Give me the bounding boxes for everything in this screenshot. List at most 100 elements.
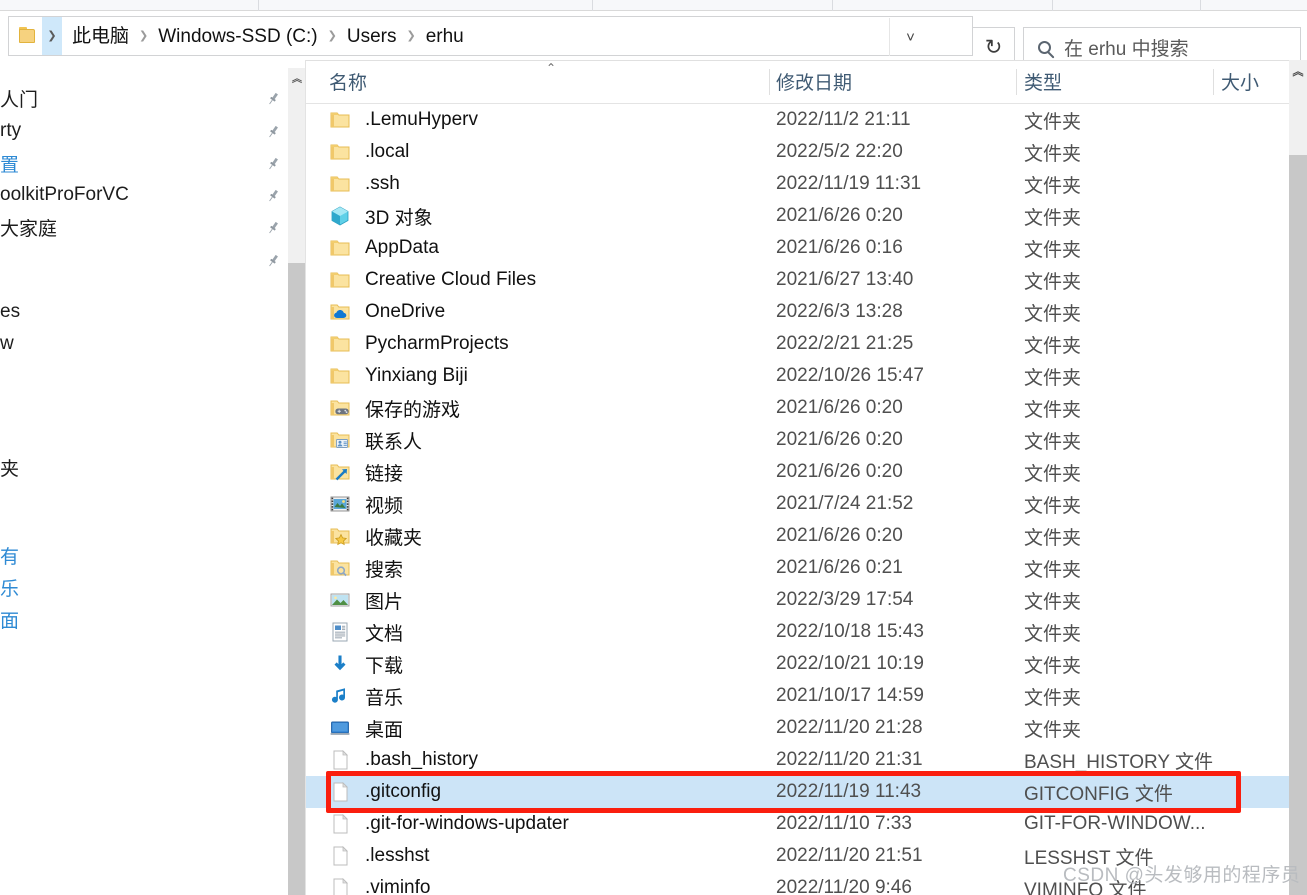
file-date-cell: 2021/10/17 14:59 [776,685,924,706]
scrollbar-track[interactable] [288,68,306,263]
nav-pane-item[interactable]: 面 [0,603,287,635]
links-icon [329,461,353,483]
navigation-pane[interactable]: 人门 rty 置 oolkitProForVC 大家庭 es w 夹有乐面 [0,60,287,895]
table-row[interactable]: 联系人 2021/6/26 0:20 文件夹 [306,424,1291,456]
scrollbar-thumb[interactable] [288,263,306,895]
table-row[interactable]: PycharmProjects 2022/2/21 21:25 文件夹 [306,328,1291,360]
nav-pane-item[interactable]: 有 [0,539,287,571]
file-generic-icon [329,845,353,867]
table-row[interactable]: OneDrive 2022/6/3 13:28 文件夹 [306,296,1291,328]
file-name-cell[interactable]: 3D 对象 [329,203,433,230]
table-row[interactable]: .bash_history 2022/11/20 21:31 BASH_HISTOR… [306,744,1291,776]
file-name-cell[interactable]: 搜索 [329,555,403,582]
file-name-cell[interactable]: 视频 [329,491,403,518]
file-name-cell[interactable]: AppData [329,237,439,259]
file-name-cell[interactable]: PycharmProjects [329,333,509,355]
column-header-date-modified[interactable]: 修改日期 [776,60,852,103]
column-header-size[interactable]: 大小 [1221,60,1259,103]
file-name-cell[interactable]: 音乐 [329,683,403,710]
breadcrumb-item-this-pc[interactable]: 此电脑 [70,27,131,46]
table-row[interactable]: 视频 2021/7/24 21:52 文件夹 [306,488,1291,520]
breadcrumb-item-windows-ssd[interactable]: Windows-SSD (C:) [156,27,319,46]
table-row[interactable]: .LemuHyperv 2022/11/2 21:11 文件夹 [306,104,1291,136]
chevron-right-icon[interactable]: ❯ [398,30,423,42]
pin-icon[interactable] [264,123,280,139]
music-icon [329,685,353,707]
table-row[interactable]: 保存的游戏 2021/6/26 0:20 文件夹 [306,392,1291,424]
pin-icon[interactable] [264,219,280,235]
nav-pane-item[interactable]: 大家庭 [0,211,287,243]
file-name-cell[interactable]: 文档 [329,619,403,646]
breadcrumb-item-users[interactable]: Users [345,27,399,46]
column-header-name[interactable]: 名称 [329,60,367,103]
nav-pane-item[interactable]: rty [0,115,287,147]
file-type-cell: 文件夹 [1024,623,1082,645]
file-name-cell[interactable]: .ssh [329,173,400,195]
ribbon-separator [1200,0,1201,11]
nav-pane-item[interactable]: 乐 [0,571,287,603]
table-row[interactable]: 桌面 2022/11/20 21:28 文件夹 [306,712,1291,744]
file-date-cell: 2022/11/20 21:51 [776,845,923,866]
file-name-cell[interactable]: .bash_history [329,749,478,771]
table-row[interactable]: AppData 2021/6/26 0:16 文件夹 [306,232,1291,264]
pin-icon[interactable] [264,90,280,106]
search-input-placeholder[interactable]: 在 erhu 中搜索 [1064,34,1189,61]
pin-icon[interactable] [264,252,280,268]
table-row[interactable]: Yinxiang Biji 2022/10/26 15:47 文件夹 [306,360,1291,392]
chevron-up-icon[interactable]: ︽ [1289,62,1307,80]
nav-pane-item[interactable]: 人门 [0,82,287,114]
chevron-up-icon[interactable]: ︽ [288,68,306,86]
table-row[interactable]: .ssh 2022/11/19 11:31 文件夹 [306,168,1291,200]
file-name-cell[interactable]: 保存的游戏 [329,395,460,422]
documents-icon [329,621,353,643]
file-name-cell[interactable]: OneDrive [329,301,445,323]
file-name-cell[interactable]: .gitconfig [329,781,441,803]
file-name-cell[interactable]: 链接 [329,459,403,486]
breadcrumb-root-chevron[interactable]: ❯ [42,17,62,55]
file-date-cell: 2022/5/2 22:20 [776,141,903,162]
chevron-right-icon[interactable]: ❯ [131,30,156,42]
file-name-cell[interactable]: .lesshst [329,845,429,867]
nav-pane-item[interactable]: es [0,296,287,328]
table-row[interactable]: .local 2022/5/2 22:20 文件夹 [306,136,1291,168]
address-history-dropdown-button[interactable]: ˅ [889,18,931,56]
nav-pane-item[interactable]: 夹 [0,451,287,483]
nav-pane-item[interactable]: 置 [0,147,287,179]
ribbon-separator [1052,0,1053,11]
file-name-cell[interactable]: 图片 [329,587,403,614]
table-row[interactable]: 搜索 2021/6/26 0:21 文件夹 [306,552,1291,584]
table-row[interactable]: 收藏夹 2021/6/26 0:20 文件夹 [306,520,1291,552]
file-name-cell[interactable]: 联系人 [329,427,422,454]
nav-pane-item[interactable]: oolkitProForVC [0,179,287,211]
table-row[interactable]: .gitconfig 2022/11/19 11:43 GITCONFIG 文件 [306,776,1289,808]
table-row[interactable]: 文档 2022/10/18 15:43 文件夹 [306,616,1291,648]
file-name-cell[interactable]: 桌面 [329,715,403,742]
address-bar[interactable]: ❯ 此电脑 ❯ Windows-SSD (C:) ❯ Users ❯ erhu … [8,16,973,56]
table-row[interactable]: 链接 2021/6/26 0:20 文件夹 [306,456,1291,488]
table-row[interactable]: 下载 2022/10/21 10:19 文件夹 [306,648,1291,680]
file-name-cell[interactable]: .local [329,141,409,163]
nav-pane-item[interactable] [0,244,287,276]
nav-pane-item[interactable]: w [0,328,287,360]
file-name-cell[interactable]: Yinxiang Biji [329,365,468,387]
file-name-cell[interactable]: 下载 [329,651,403,678]
table-row[interactable]: 图片 2022/3/29 17:54 文件夹 [306,584,1291,616]
pin-icon[interactable] [264,187,280,203]
file-name-cell[interactable]: .git-for-windows-updater [329,813,569,835]
file-name-cell[interactable]: .LemuHyperv [329,109,478,131]
file-list-scrollbar[interactable]: ︽ [1289,60,1307,895]
chevron-right-icon[interactable]: ❯ [320,30,345,42]
table-row[interactable]: 3D 对象 2021/6/26 0:20 文件夹 [306,200,1291,232]
navigation-pane-scrollbar[interactable]: ︽ [287,60,306,895]
column-header-type[interactable]: 类型 [1024,60,1062,103]
breadcrumb-item-erhu[interactable]: erhu [424,27,466,46]
table-row[interactable]: Creative Cloud Files 2021/6/27 13:40 文件夹 [306,264,1291,296]
table-row[interactable]: .git-for-windows-updater 2022/11/10 7:33 G… [306,808,1291,840]
file-date-cell: 2022/11/20 21:28 [776,717,923,738]
file-type-cell: 文件夹 [1024,239,1082,261]
file-name-cell[interactable]: 收藏夹 [329,523,422,550]
file-name-cell[interactable]: .viminfo [329,877,430,895]
table-row[interactable]: 音乐 2021/10/17 14:59 文件夹 [306,680,1291,712]
file-name-cell[interactable]: Creative Cloud Files [329,269,536,291]
pin-icon[interactable] [264,155,280,171]
